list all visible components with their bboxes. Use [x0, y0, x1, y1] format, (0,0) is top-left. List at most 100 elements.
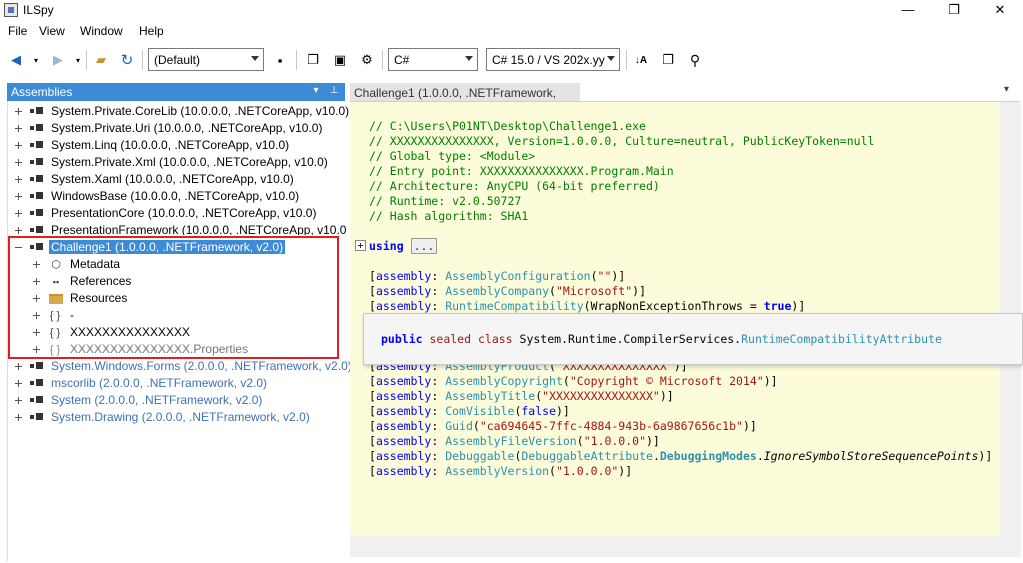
- expand-using-icon[interactable]: [355, 240, 366, 251]
- annotation-highlight-box: [8, 236, 339, 359]
- toolbar-separator: [296, 50, 297, 70]
- profile-combo[interactable]: (Default): [148, 48, 264, 71]
- pin-icon[interactable]: ⊥: [327, 84, 341, 98]
- code-using-line: using ...: [369, 238, 438, 254]
- expand-icon[interactable]: [14, 193, 23, 202]
- code-comment: // Global type: <Module>: [369, 149, 536, 163]
- ilspy-window: ILSpy — ❐ ✕ File View Window Help ◀ ▾ ▶ …: [0, 0, 1023, 563]
- settings-icon[interactable]: ⚙: [357, 50, 377, 70]
- window-title: ILSpy: [23, 3, 54, 17]
- reload-icon[interactable]: ↻: [117, 50, 137, 70]
- expand-icon[interactable]: [14, 397, 23, 406]
- document-tab[interactable]: Challenge1 (1.0.0.0, .NETFramework, v2.0…: [350, 83, 580, 114]
- tree-item-label: System.Private.Uri (10.0.0.0, .NETCoreAp…: [51, 121, 323, 135]
- expand-icon[interactable]: [14, 363, 23, 372]
- tree-item[interactable]: PresentationFramework (10.0.0.0, .NETCor…: [8, 222, 346, 235]
- expand-icon[interactable]: [14, 108, 23, 117]
- lock-icon[interactable]: ▣: [330, 50, 350, 70]
- app-icon: [4, 3, 18, 17]
- expand-icon[interactable]: [14, 159, 23, 168]
- version-combo[interactable]: C# 15.0 / VS 202x.yy: [486, 48, 620, 71]
- tree-item[interactable]: System.Linq (10.0.0.0, .NETCoreApp, v10.…: [8, 137, 346, 154]
- sort-icon[interactable]: ↓A: [631, 50, 651, 70]
- assembly-icon: [30, 226, 44, 234]
- menu-view[interactable]: View: [39, 24, 65, 38]
- toolbar-separator: [626, 50, 627, 70]
- close-button[interactable]: ✕: [977, 0, 1023, 20]
- tree-item[interactable]: System.Xaml (10.0.0.0, .NETCoreApp, v10.…: [8, 171, 346, 188]
- code-line: [assembly: AssemblyVersion("1.0.0.0")]: [369, 464, 633, 478]
- tree-item-label: System.Xaml (10.0.0.0, .NETCoreApp, v10.…: [51, 172, 294, 186]
- forward-dropdown-icon[interactable]: ▾: [68, 50, 88, 70]
- language-combo-value: C#: [394, 53, 410, 67]
- tree-item[interactable]: System.Private.Uri (10.0.0.0, .NETCoreAp…: [8, 120, 346, 137]
- maximize-button[interactable]: ❐: [931, 0, 977, 20]
- expand-icon[interactable]: [14, 125, 23, 134]
- tree-item[interactable]: System.Drawing (2.0.0.0, .NETFramework, …: [8, 409, 346, 426]
- menu-window[interactable]: Window: [80, 24, 123, 38]
- tree-item-label: PresentationFramework (10.0.0.0, .NETCor…: [51, 223, 346, 235]
- tree-item[interactable]: System.Windows.Forms (2.0.0.0, .NETFrame…: [8, 358, 352, 375]
- chevron-down-icon: [251, 56, 259, 61]
- tree-item-label: System (2.0.0.0, .NETFramework, v2.0): [51, 393, 263, 407]
- back-icon[interactable]: ◀: [6, 50, 26, 70]
- open-folder-icon[interactable]: ▰: [91, 50, 111, 70]
- search-icon[interactable]: ⚲: [685, 50, 705, 70]
- add-assembly-icon[interactable]: ▪: [270, 50, 290, 70]
- tree-item[interactable]: PresentationCore (10.0.0.0, .NETCoreApp,…: [8, 205, 346, 222]
- tree-item-label: PresentationCore (10.0.0.0, .NETCoreApp,…: [51, 206, 317, 220]
- code-line: [assembly: AssemblyFileVersion("1.0.0.0"…: [369, 434, 660, 448]
- panel-menu-icon[interactable]: ▾: [309, 84, 323, 98]
- language-combo[interactable]: C#: [388, 48, 478, 71]
- toolbar-separator: [382, 50, 383, 70]
- expand-icon[interactable]: [14, 414, 23, 423]
- assembly-icon: [30, 379, 44, 387]
- tree-item-label: System.Windows.Forms (2.0.0.0, .NETFrame…: [51, 359, 352, 373]
- code-line: [assembly: Guid("ca694645-7ffc-4884-943b…: [369, 419, 757, 433]
- forward-icon[interactable]: ▶: [48, 50, 68, 70]
- assembly-icon: [30, 124, 44, 132]
- code-comment: // Runtime: v2.0.50727: [369, 194, 522, 208]
- using-collapsed-block[interactable]: ...: [410, 238, 438, 254]
- tree-item-label: System.Drawing (2.0.0.0, .NETFramework, …: [51, 410, 310, 424]
- windows-icon[interactable]: ❐: [303, 50, 323, 70]
- assembly-icon: [30, 107, 44, 115]
- assembly-icon: [30, 396, 44, 404]
- chevron-down-icon: [465, 56, 473, 61]
- tree-item[interactable]: System.Private.CoreLib (10.0.0.0, .NETCo…: [8, 103, 350, 120]
- expand-icon[interactable]: [14, 380, 23, 389]
- tooltip-text: public sealed class System.Runtime.Compi…: [381, 332, 942, 346]
- back-dropdown-icon[interactable]: ▾: [26, 50, 46, 70]
- assemblies-header: Assemblies ▾ ⊥: [7, 83, 345, 101]
- menu-file[interactable]: File: [8, 24, 27, 38]
- tree-item[interactable]: WindowsBase (10.0.0.0, .NETCoreApp, v10.…: [8, 188, 346, 205]
- assembly-icon: [30, 192, 44, 200]
- code-comment: // Architecture: AnyCPU (64-bit preferre…: [369, 179, 660, 193]
- expand-icon[interactable]: [14, 227, 23, 235]
- tree-item-label: System.Private.CoreLib (10.0.0.0, .NETCo…: [51, 104, 350, 118]
- code-comment: // Entry point: XXXXXXXXXXXXXXX.Program.…: [369, 164, 674, 178]
- expand-icon[interactable]: [14, 142, 23, 151]
- tree-item[interactable]: System (2.0.0.0, .NETFramework, v2.0): [8, 392, 346, 409]
- minimize-button[interactable]: —: [885, 0, 931, 20]
- tree-item[interactable]: mscorlib (2.0.0.0, .NETFramework, v2.0): [8, 375, 346, 392]
- toolbar-separator: [142, 50, 143, 70]
- version-combo-value: C# 15.0 / VS 202x.yy: [492, 53, 605, 67]
- code-line: [assembly: Debuggable(DebuggableAttribut…: [369, 449, 993, 463]
- menu-bar: File View Window Help: [0, 21, 1023, 41]
- tree-item-label: System.Private.Xml (10.0.0.0, .NETCoreAp…: [51, 155, 328, 169]
- collapse-icon[interactable]: ❐: [658, 50, 678, 70]
- chevron-down-icon: [607, 56, 615, 61]
- panel-menu-icon[interactable]: ▾: [1004, 84, 1009, 95]
- expand-icon[interactable]: [14, 176, 23, 185]
- assembly-icon: [30, 209, 44, 217]
- code-line: [assembly: AssemblyTitle("XXXXXXXXXXXXXX…: [369, 389, 674, 403]
- type-tooltip: public sealed class System.Runtime.Compi…: [363, 313, 1023, 365]
- assemblies-header-label: Assemblies: [11, 85, 73, 99]
- horizontal-scrollbar[interactable]: [350, 536, 1000, 557]
- assembly-icon: [30, 362, 44, 370]
- menu-help[interactable]: Help: [139, 24, 164, 38]
- code-line: [assembly: AssemblyCompany("Microsoft")]: [369, 284, 647, 298]
- tree-item[interactable]: System.Private.Xml (10.0.0.0, .NETCoreAp…: [8, 154, 346, 171]
- expand-icon[interactable]: [14, 210, 23, 219]
